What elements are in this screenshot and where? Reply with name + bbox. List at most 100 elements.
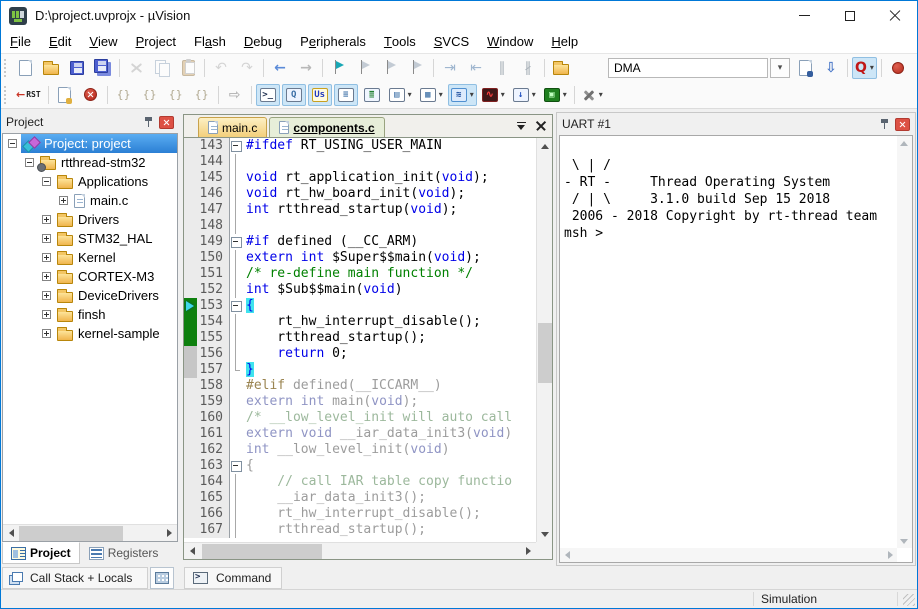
undo-button[interactable]: ↶ bbox=[209, 57, 233, 79]
redo-button[interactable]: ↷ bbox=[235, 57, 259, 79]
menu-file[interactable]: File bbox=[1, 30, 40, 53]
uart-panel-close-button[interactable] bbox=[895, 118, 910, 131]
run-to-cursor-line-button[interactable]: {} bbox=[190, 84, 214, 106]
scroll-right-arrow-icon[interactable] bbox=[520, 543, 536, 559]
tab-list-button[interactable] bbox=[517, 122, 526, 130]
navigate-forward-button[interactable]: → bbox=[294, 57, 318, 79]
expander-icon[interactable] bbox=[59, 196, 68, 205]
cut-button[interactable] bbox=[124, 57, 148, 79]
tree-item-kernel-sample[interactable]: kernel-sample bbox=[3, 324, 177, 343]
previous-bookmark-button[interactable] bbox=[379, 57, 403, 79]
tree-item-rtthread-stm32[interactable]: rtthread-stm32 bbox=[3, 153, 177, 172]
navigate-back-button[interactable]: ← bbox=[268, 57, 292, 79]
tree-item-applications[interactable]: Applications bbox=[3, 172, 177, 191]
fold-marker[interactable] bbox=[230, 298, 242, 314]
step-out-button[interactable]: {} bbox=[164, 84, 188, 106]
serial-window-button[interactable]: ≋▾ bbox=[448, 84, 477, 106]
scroll-down-arrow-icon[interactable] bbox=[897, 534, 911, 548]
tree-item-kernel[interactable]: Kernel bbox=[3, 248, 177, 267]
show-next-statement-button[interactable] bbox=[53, 84, 77, 106]
minimize-button[interactable] bbox=[782, 1, 827, 30]
pin-button[interactable] bbox=[144, 116, 153, 128]
fold-marker[interactable] bbox=[230, 458, 242, 474]
system-viewer-button[interactable]: ▣▾ bbox=[541, 84, 570, 106]
scroll-left-arrow-icon[interactable] bbox=[184, 543, 200, 559]
tree-item-project-project[interactable]: Project: project bbox=[3, 134, 177, 153]
symbols-window-button[interactable]: Us bbox=[308, 84, 332, 106]
scrollbar-thumb[interactable] bbox=[538, 323, 552, 383]
tab-main-c[interactable]: main.c bbox=[198, 117, 267, 137]
new-file-button[interactable] bbox=[13, 57, 37, 79]
expander-icon[interactable] bbox=[42, 272, 51, 281]
expander-icon[interactable] bbox=[8, 139, 17, 148]
expander-icon[interactable] bbox=[42, 253, 51, 262]
menu-edit[interactable]: Edit bbox=[40, 30, 80, 53]
fold-marker[interactable] bbox=[230, 234, 242, 250]
project-tree-hscrollbar[interactable] bbox=[3, 524, 177, 541]
menu-window[interactable]: Window bbox=[478, 30, 542, 53]
step-over-button[interactable]: {} bbox=[138, 84, 162, 106]
scroll-left-arrow-icon[interactable] bbox=[3, 525, 19, 541]
editor-vscrollbar[interactable] bbox=[536, 138, 552, 542]
menu-flash[interactable]: Flash bbox=[185, 30, 235, 53]
tab-components-c[interactable]: components.c bbox=[269, 117, 384, 137]
tab-registers[interactable]: Registers bbox=[80, 542, 168, 564]
expander-icon[interactable] bbox=[42, 329, 51, 338]
debug-toolbox-button[interactable]: ▾ bbox=[579, 84, 606, 106]
copy-button[interactable] bbox=[150, 57, 174, 79]
scrollbar-thumb[interactable] bbox=[19, 526, 123, 541]
next-bookmark-button[interactable] bbox=[353, 57, 377, 79]
tree-item-cortex-m3[interactable]: CORTEX-M3 bbox=[3, 267, 177, 286]
tab-project[interactable]: Project bbox=[2, 542, 80, 564]
toolbar-grip[interactable] bbox=[4, 59, 8, 77]
command-window-button[interactable]: >_ bbox=[256, 84, 280, 106]
incremental-find-button[interactable]: ⇩ bbox=[819, 57, 843, 79]
maximize-button[interactable] bbox=[827, 1, 872, 30]
uncomment-selection-button[interactable]: ∦ bbox=[516, 57, 540, 79]
analysis-window-button[interactable]: ∿▾ bbox=[479, 84, 508, 106]
save-all-button[interactable] bbox=[91, 57, 115, 79]
tree-item-main-c[interactable]: main.c bbox=[3, 191, 177, 210]
scrollbar-thumb[interactable] bbox=[202, 544, 322, 559]
memory-window-button[interactable] bbox=[150, 567, 174, 589]
close-button[interactable] bbox=[872, 1, 917, 30]
tree-item-drivers[interactable]: Drivers bbox=[3, 210, 177, 229]
scroll-down-arrow-icon[interactable] bbox=[537, 526, 553, 542]
project-panel-close-button[interactable] bbox=[159, 116, 174, 129]
menu-tools[interactable]: Tools bbox=[375, 30, 425, 53]
menu-svcs[interactable]: SVCS bbox=[425, 30, 478, 53]
insert-remove-breakpoint-button[interactable] bbox=[886, 57, 910, 79]
call-stack-locals-tab[interactable]: Call Stack + Locals bbox=[2, 567, 148, 589]
step-into-button[interactable]: {} bbox=[112, 84, 136, 106]
uart-hscrollbar[interactable] bbox=[560, 548, 897, 562]
memory-window-button[interactable]: ▦▾ bbox=[417, 84, 446, 106]
tree-item-stm32-hal[interactable]: STM32_HAL bbox=[3, 229, 177, 248]
pin-button[interactable] bbox=[880, 118, 889, 130]
watch-window-button[interactable]: ▤▾ bbox=[386, 84, 415, 106]
toolbar-grip[interactable] bbox=[4, 86, 8, 104]
unindent-button[interactable]: ⇤ bbox=[464, 57, 488, 79]
comment-selection-button[interactable]: ∥ bbox=[490, 57, 514, 79]
lookup-button[interactable]: Q▾ bbox=[852, 57, 877, 79]
code-editor[interactable]: 143#ifdef RT_USING_USER_MAIN144145void r… bbox=[184, 138, 536, 542]
menu-debug[interactable]: Debug bbox=[235, 30, 291, 53]
expander-icon[interactable] bbox=[42, 234, 51, 243]
tree-item-devicedrivers[interactable]: DeviceDrivers bbox=[3, 286, 177, 305]
menu-project[interactable]: Project bbox=[127, 30, 185, 53]
registers-window-button[interactable]: ≡ bbox=[334, 84, 358, 106]
uart-vscrollbar[interactable] bbox=[897, 136, 912, 548]
reset-cpu-button[interactable]: ←RST bbox=[13, 84, 44, 106]
insert-bookmark-button[interactable] bbox=[327, 57, 351, 79]
scroll-left-arrow-icon[interactable] bbox=[560, 548, 574, 562]
expander-icon[interactable] bbox=[25, 158, 34, 167]
target-select-combo[interactable]: DMA▾ bbox=[608, 58, 790, 78]
clear-bookmarks-button[interactable] bbox=[405, 57, 429, 79]
tree-item-finsh[interactable]: finsh bbox=[3, 305, 177, 324]
disassembly-window-button[interactable]: Q bbox=[282, 84, 306, 106]
paste-button[interactable] bbox=[176, 57, 200, 79]
enable-disable-breakpoint-button[interactable] bbox=[912, 57, 917, 79]
menu-help[interactable]: Help bbox=[542, 30, 587, 53]
target-select-value[interactable]: DMA bbox=[608, 58, 768, 78]
options-for-target-button[interactable] bbox=[549, 57, 573, 79]
expander-icon[interactable] bbox=[42, 310, 51, 319]
